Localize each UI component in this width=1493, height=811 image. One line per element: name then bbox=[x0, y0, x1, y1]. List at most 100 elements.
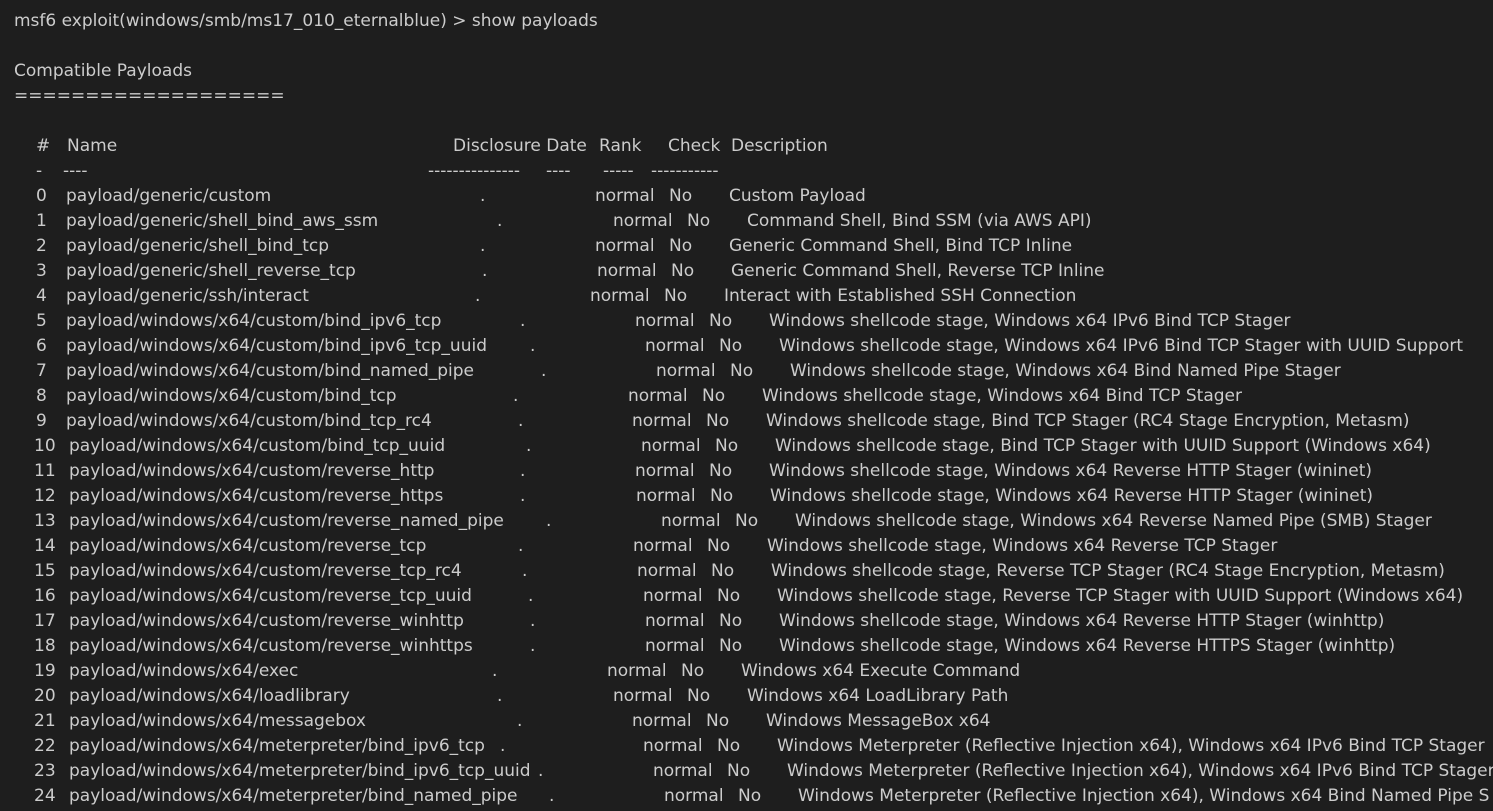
payload-name: payload/windows/x64/meterpreter/bind_nam… bbox=[69, 786, 518, 806]
payload-rank: normal bbox=[656, 361, 716, 381]
payload-number: 15 bbox=[34, 561, 56, 581]
payload-name: payload/windows/x64/loadlibrary bbox=[69, 686, 350, 706]
payload-name: payload/generic/shell_bind_tcp bbox=[66, 236, 330, 256]
terminal-window[interactable]: msf6 exploit(windows/smb/ms17_010_eterna… bbox=[0, 0, 1493, 811]
payload-number: 2 bbox=[36, 236, 47, 256]
payload-rank: normal bbox=[653, 761, 713, 781]
payload-name: payload/windows/x64/custom/reverse_tcp bbox=[69, 536, 427, 556]
payload-rank: normal bbox=[641, 436, 701, 456]
payload-check: No bbox=[715, 436, 739, 456]
payload-disclosure-date: . bbox=[500, 736, 506, 756]
payload-number: 20 bbox=[34, 686, 56, 706]
payload-check: No bbox=[717, 736, 741, 756]
payload-check: No bbox=[717, 586, 741, 606]
payload-number: 10 bbox=[34, 436, 56, 456]
payload-rank: normal bbox=[643, 736, 703, 756]
section-underline: =================== bbox=[14, 86, 285, 106]
payload-disclosure-date: . bbox=[546, 511, 552, 531]
payload-number: 19 bbox=[34, 661, 56, 681]
payload-name: payload/windows/x64/custom/reverse_named… bbox=[69, 511, 504, 531]
payload-row: 3 payload/generic/shell_reverse_tcp. norma… bbox=[0, 260, 1493, 282]
payload-check: No bbox=[664, 286, 688, 306]
payload-number: 8 bbox=[36, 386, 47, 406]
payload-description: Windows Meterpreter (Reflective Injectio… bbox=[777, 736, 1485, 756]
payload-disclosure-date: . bbox=[526, 436, 532, 456]
payload-disclosure-date: . bbox=[480, 236, 486, 256]
payload-disclosure-date: . bbox=[517, 711, 523, 731]
payload-row: 4 payload/generic/ssh/interact. normal No In… bbox=[0, 285, 1493, 307]
payload-description: Windows shellcode stage, Windows x64 Rev… bbox=[779, 611, 1385, 631]
payload-description: Generic Command Shell, Bind TCP Inline bbox=[729, 236, 1073, 256]
payload-number: 21 bbox=[34, 711, 56, 731]
payload-rank: normal bbox=[645, 636, 705, 656]
payload-row: 10 payload/windows/x64/custom/bind_tcp_uu… bbox=[0, 435, 1493, 457]
payload-row: 12 payload/windows/x64/custom/reverse_htt… bbox=[0, 485, 1493, 507]
payload-description: Windows x64 Execute Command bbox=[741, 661, 1021, 681]
payload-description: Windows shellcode stage, Bind TCP Stager… bbox=[775, 436, 1431, 456]
payload-number: 5 bbox=[36, 311, 47, 331]
payload-row: 7 payload/windows/x64/custom/bind_named_p… bbox=[0, 360, 1493, 382]
underline-check: ----- bbox=[603, 161, 634, 181]
header-description: Description bbox=[731, 136, 828, 156]
header-name: Name bbox=[67, 136, 118, 156]
payload-rank: normal bbox=[633, 536, 693, 556]
payload-disclosure-date: . bbox=[530, 611, 536, 631]
payload-check: No bbox=[719, 636, 743, 656]
payload-row: 21 payload/windows/x64/messagebox. normal N… bbox=[0, 710, 1493, 732]
payload-disclosure-date: . bbox=[549, 786, 555, 806]
prompt-command-line: msf6 exploit(windows/smb/ms17_010_eterna… bbox=[14, 11, 598, 31]
header-num: # bbox=[36, 136, 51, 156]
payload-check: No bbox=[706, 411, 730, 431]
payload-disclosure-date: . bbox=[520, 461, 526, 481]
payload-disclosure-date: . bbox=[497, 686, 503, 706]
payload-disclosure-date: . bbox=[538, 761, 544, 781]
payload-name: payload/windows/x64/custom/bind_tcp bbox=[66, 386, 397, 406]
payload-description: Windows shellcode stage, Windows x64 Bin… bbox=[762, 386, 1242, 406]
payload-description: Custom Payload bbox=[729, 186, 866, 206]
payload-name: payload/windows/x64/custom/reverse_tcp_u… bbox=[69, 586, 472, 606]
payload-description: Windows Meterpreter (Reflective Injectio… bbox=[798, 786, 1490, 806]
payload-name: payload/windows/x64/messagebox bbox=[69, 711, 366, 731]
payload-rank: normal bbox=[637, 561, 697, 581]
payload-number: 18 bbox=[34, 636, 56, 656]
payload-row: 2 payload/generic/shell_bind_tcp. normal No… bbox=[0, 235, 1493, 257]
payload-name: payload/windows/x64/custom/bind_ipv6_tcp… bbox=[66, 336, 487, 356]
payload-row: 19 payload/windows/x64/exec. normal No Windo… bbox=[0, 660, 1493, 682]
payload-rank: normal bbox=[632, 411, 692, 431]
payload-check: No bbox=[709, 311, 733, 331]
payload-row: 14 payload/windows/x64/custom/reverse_tcp… bbox=[0, 535, 1493, 557]
payload-disclosure-date: . bbox=[520, 486, 526, 506]
payload-disclosure-date: . bbox=[530, 336, 536, 356]
payload-check: No bbox=[709, 461, 733, 481]
payload-number: 4 bbox=[36, 286, 47, 306]
payload-row: 23 payload/windows/x64/meterpreter/bind_i… bbox=[0, 760, 1493, 782]
payload-disclosure-date: . bbox=[492, 661, 498, 681]
payload-description: Windows shellcode stage, Windows x64 Rev… bbox=[779, 636, 1396, 656]
payload-disclosure-date: . bbox=[518, 536, 524, 556]
payload-rank: normal bbox=[645, 611, 705, 631]
payload-rank: normal bbox=[607, 661, 667, 681]
payload-row: 24 payload/windows/x64/meterpreter/bind_n… bbox=[0, 785, 1493, 807]
payload-description: Command Shell, Bind SSM (via AWS API) bbox=[747, 211, 1092, 231]
payload-number: 6 bbox=[36, 336, 47, 356]
payload-disclosure-date: . bbox=[475, 286, 481, 306]
payload-description: Windows shellcode stage, Reverse TCP Sta… bbox=[777, 586, 1464, 606]
payload-number: 0 bbox=[36, 186, 47, 206]
payload-name: payload/generic/shell_bind_aws_ssm bbox=[66, 211, 379, 231]
payload-name: payload/windows/x64/custom/reverse_winht… bbox=[69, 611, 464, 631]
payload-name: payload/windows/x64/custom/bind_named_pi… bbox=[66, 361, 475, 381]
payload-row: 9 payload/windows/x64/custom/bind_tcp_rc4… bbox=[0, 410, 1493, 432]
payload-row: 16 payload/windows/x64/custom/reverse_tcp… bbox=[0, 585, 1493, 607]
payload-row: 22 payload/windows/x64/meterpreter/bind_i… bbox=[0, 735, 1493, 757]
payload-name: payload/windows/x64/custom/reverse_winht… bbox=[69, 636, 473, 656]
payload-check: No bbox=[669, 186, 693, 206]
payload-check: No bbox=[738, 786, 762, 806]
payload-number: 14 bbox=[34, 536, 56, 556]
header-rank: Rank bbox=[599, 136, 642, 156]
payload-number: 7 bbox=[36, 361, 47, 381]
payload-rank: normal bbox=[613, 211, 673, 231]
payload-rank: normal bbox=[595, 186, 655, 206]
payload-description: Windows shellcode stage, Reverse TCP Sta… bbox=[771, 561, 1445, 581]
payload-name: payload/windows/x64/custom/bind_tcp_rc4 bbox=[66, 411, 432, 431]
payload-rank: normal bbox=[613, 686, 673, 706]
